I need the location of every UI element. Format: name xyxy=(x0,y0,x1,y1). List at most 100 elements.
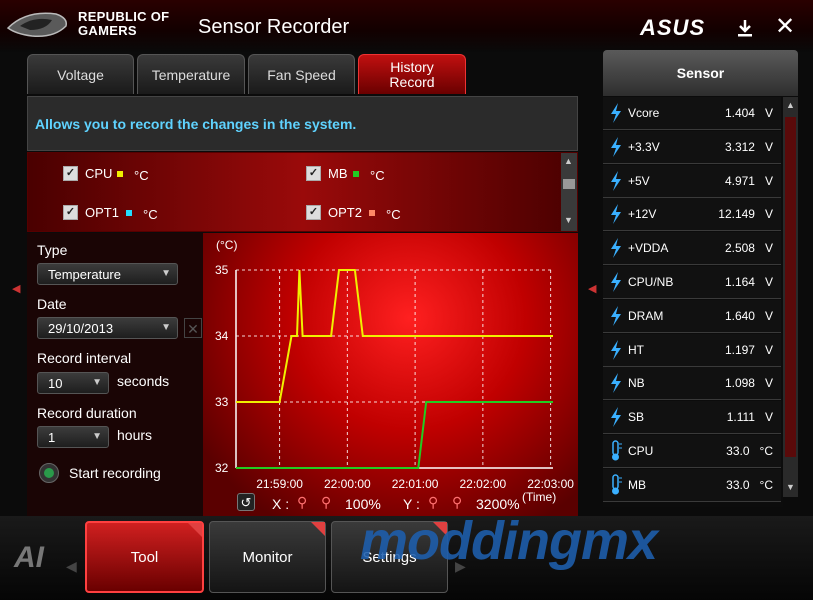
sensor-value: 3.312 V xyxy=(724,139,773,154)
tab-temperature[interactable]: Temperature xyxy=(137,54,245,94)
sensor-name: MB xyxy=(628,477,646,492)
ai-suite-logo: AI xyxy=(14,541,44,574)
sensor-row: MB 33.0 °C xyxy=(603,468,781,502)
chevron-down-icon: ▼ xyxy=(92,431,102,442)
sensor-value: 1.404 V xyxy=(724,106,773,120)
sensor-name: HT xyxy=(628,342,644,357)
date-value: 29/10/2013 xyxy=(48,321,114,336)
sensor-list-scrollbar[interactable]: ▲ ▼ xyxy=(783,97,798,497)
record-interval-dropdown[interactable]: 10 ▼ xyxy=(37,372,109,394)
chart-grid xyxy=(235,269,553,469)
sensor-row: CPU/NB 1.164 V xyxy=(603,266,781,299)
sensor-value: 1.111 V xyxy=(726,410,773,425)
lightning-icon xyxy=(611,373,621,394)
chevron-down-icon: ▼ xyxy=(161,322,171,333)
x-tick-label: 21:59:00 xyxy=(256,477,303,491)
corner-mark xyxy=(188,523,202,537)
thermometer-icon xyxy=(612,474,622,495)
corner-mark xyxy=(311,522,325,536)
rog-logo-icon xyxy=(6,12,68,38)
tab-voltage[interactable]: Voltage xyxy=(27,54,134,94)
tab-history-record[interactable]: History Record xyxy=(358,54,466,94)
sensor-row: HT 1.197 V xyxy=(603,333,781,367)
tab-fan-speed[interactable]: Fan Speed xyxy=(248,54,355,94)
sensor-select-panel xyxy=(27,152,578,232)
scroll-up-icon[interactable]: ▲ xyxy=(786,100,795,110)
opt1-checkbox[interactable]: ✓ xyxy=(63,205,78,220)
download-icon[interactable] xyxy=(735,18,755,38)
cpu-color-swatch xyxy=(117,171,123,177)
mb-checkbox[interactable]: ✓ xyxy=(306,166,321,181)
type-dropdown[interactable]: Temperature ▼ xyxy=(37,263,178,285)
close-icon[interactable]: ✕ xyxy=(775,15,795,39)
lightning-icon xyxy=(611,204,621,225)
date-dropdown[interactable]: 29/10/2013 ▼ xyxy=(37,317,178,339)
info-text: Allows you to record the changes in the … xyxy=(35,116,357,132)
right-panel-arrow-icon[interactable]: ◀ xyxy=(588,282,596,295)
y-zoom-out-icon[interactable]: ⚲ xyxy=(452,494,462,511)
sensor-value: 1.164 V xyxy=(724,275,773,289)
series-line-cpu xyxy=(236,269,553,403)
y-tick-label: 35 xyxy=(215,263,229,277)
left-arrow-icon[interactable]: ◀ xyxy=(12,282,20,295)
lightning-icon xyxy=(611,272,621,292)
delete-date-icon[interactable]: ✕ xyxy=(184,318,202,338)
monitor-button-label: Monitor xyxy=(242,548,293,566)
record-duration-label: Record duration xyxy=(37,405,137,421)
sensor-value: 33.0 °C xyxy=(726,477,773,492)
sensor-value: 1.098 V xyxy=(724,376,773,391)
sensor-name: NB xyxy=(628,376,645,391)
scroll-up-icon[interactable]: ▲ xyxy=(564,156,573,166)
scroll-thumb[interactable] xyxy=(785,117,796,457)
x-axis-label: (Time) xyxy=(522,490,556,504)
y-tick-label: 32 xyxy=(215,461,229,475)
scroll-down-icon[interactable]: ▼ xyxy=(564,215,573,225)
sensor-value: 1.640 V xyxy=(724,308,773,323)
mb-color-swatch xyxy=(353,171,359,177)
sensor-row: +12V 12.149 V xyxy=(603,198,781,232)
y-tick-label: 33 xyxy=(215,395,229,409)
sensor-row: +VDDA 2.508 V xyxy=(603,232,781,266)
sensor-select-scrollbar[interactable]: ▲ ▼ xyxy=(561,153,577,231)
record-duration-dropdown[interactable]: 1 ▼ xyxy=(37,426,109,448)
sensor-list: Vcore 1.404 V +3.3V 3.312 V +5V 4.971 V +12V 12… xyxy=(603,97,783,507)
type-label: Type xyxy=(37,242,68,258)
lightning-icon xyxy=(611,103,621,123)
scroll-left-icon[interactable]: ◀ xyxy=(66,558,77,575)
sensor-name: DRAM xyxy=(628,308,664,323)
asus-logo: ASUS xyxy=(640,15,706,40)
chevron-down-icon: ▼ xyxy=(92,377,102,388)
sensor-value: 2.508 V xyxy=(724,241,773,256)
sensor-panel-title: Sensor xyxy=(603,50,798,96)
chart-ticks: 35 34 33 32 21:59:00 22:00:00 22:01:00 22:02:00… xyxy=(215,263,574,491)
scroll-thumb[interactable] xyxy=(563,179,575,189)
sensor-value: 4.971 V xyxy=(724,173,773,188)
sensor-row: +5V 4.971 V xyxy=(603,164,781,198)
opt2-unit: °C xyxy=(386,207,401,222)
opt1-unit: °C xyxy=(143,207,158,222)
y-tick-label: 34 xyxy=(215,329,229,343)
monitor-button[interactable]: Monitor xyxy=(209,521,326,593)
opt1-label: OPT1 xyxy=(85,205,119,220)
sensor-row: Vcore 1.404 V xyxy=(603,97,781,130)
scroll-down-icon[interactable]: ▼ xyxy=(786,482,795,492)
cpu-checkbox[interactable]: ✓ xyxy=(63,166,78,181)
sensor-value: 33.0 °C xyxy=(726,444,773,458)
record-indicator-icon xyxy=(44,468,54,478)
thermometer-icon xyxy=(612,440,622,461)
sensor-value: 12.149 V xyxy=(718,207,773,222)
opt2-checkbox[interactable]: ✓ xyxy=(306,205,321,220)
y-axis-label: (°C) xyxy=(216,238,237,252)
lightning-icon xyxy=(611,339,621,360)
lightning-icon xyxy=(611,407,621,428)
mb-label: MB xyxy=(328,166,348,181)
duration-value: 1 xyxy=(48,430,56,445)
reset-zoom-icon[interactable]: ↺ xyxy=(237,493,255,511)
cpu-unit: °C xyxy=(134,168,149,183)
start-recording-toggle[interactable] xyxy=(39,463,59,483)
y-zoom-in-icon[interactable]: ⚲ xyxy=(428,494,438,511)
tool-button[interactable]: Tool xyxy=(85,521,204,593)
x-tick-label: 22:00:00 xyxy=(324,477,371,491)
x-zoom-out-icon[interactable]: ⚲ xyxy=(321,494,331,511)
x-zoom-in-icon[interactable]: ⚲ xyxy=(297,494,307,511)
